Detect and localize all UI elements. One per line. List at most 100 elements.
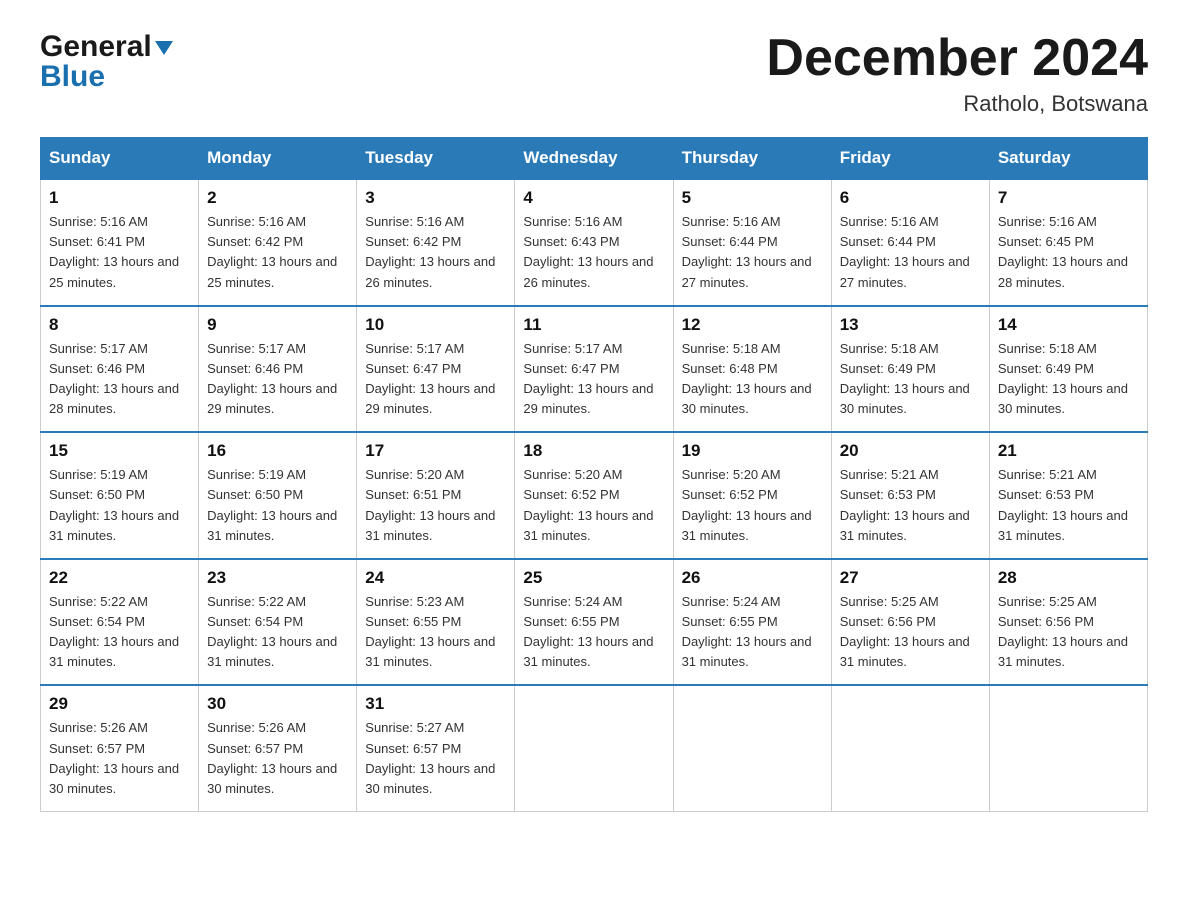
calendar-cell: 10 Sunrise: 5:17 AMSunset: 6:47 PMDayligh… — [357, 306, 515, 433]
day-info: Sunrise: 5:16 AMSunset: 6:42 PMDaylight:… — [365, 212, 506, 293]
day-info: Sunrise: 5:18 AMSunset: 6:49 PMDaylight:… — [840, 339, 981, 420]
calendar-cell: 16Sunrise: 5:19 AMSunset: 6:50 PMDayligh… — [199, 432, 357, 559]
weekday-header-friday: Friday — [831, 138, 989, 180]
calendar-cell: 21Sunrise: 5:21 AMSunset: 6:53 PMDayligh… — [989, 432, 1147, 559]
day-info: Sunrise: 5:25 AMSunset: 6:56 PMDaylight:… — [840, 592, 981, 673]
logo-blue: Blue — [40, 60, 105, 94]
day-number: 18 — [523, 441, 664, 461]
day-info: Sunrise: 5:17 AMSunset: 6:47 PMDaylight:… — [523, 339, 664, 420]
day-number: 2 — [207, 188, 348, 208]
day-number: 3 — [365, 188, 506, 208]
weekday-header-row: SundayMondayTuesdayWednesdayThursdayFrid… — [41, 138, 1148, 180]
day-number: 19 — [682, 441, 823, 461]
day-number: 29 — [49, 694, 190, 714]
day-number: 17 — [365, 441, 506, 461]
day-info: Sunrise: 5:16 AMSunset: 6:45 PMDaylight:… — [998, 212, 1139, 293]
calendar-cell: 23 Sunrise: 5:22 AMSunset: 6:54 PMDayligh… — [199, 559, 357, 686]
calendar-cell: 4Sunrise: 5:16 AMSunset: 6:43 PMDaylight… — [515, 179, 673, 306]
calendar-week-4: 22 Sunrise: 5:22 AMSunset: 6:54 PMDayligh… — [41, 559, 1148, 686]
calendar-cell: 17 Sunrise: 5:20 AMSunset: 6:51 PMDayligh… — [357, 432, 515, 559]
calendar-cell: 11 Sunrise: 5:17 AMSunset: 6:47 PMDayligh… — [515, 306, 673, 433]
calendar-cell: 24Sunrise: 5:23 AMSunset: 6:55 PMDayligh… — [357, 559, 515, 686]
day-number: 30 — [207, 694, 348, 714]
calendar-cell: 3 Sunrise: 5:16 AMSunset: 6:42 PMDaylight… — [357, 179, 515, 306]
day-number: 22 — [49, 568, 190, 588]
calendar-cell — [831, 685, 989, 811]
calendar-cell — [515, 685, 673, 811]
calendar-cell — [989, 685, 1147, 811]
day-info: Sunrise: 5:16 AMSunset: 6:42 PMDaylight:… — [207, 212, 348, 293]
day-number: 5 — [682, 188, 823, 208]
calendar-cell: 5 Sunrise: 5:16 AMSunset: 6:44 PMDaylight… — [673, 179, 831, 306]
day-info: Sunrise: 5:26 AMSunset: 6:57 PMDaylight:… — [207, 718, 348, 799]
day-info: Sunrise: 5:21 AMSunset: 6:53 PMDaylight:… — [840, 465, 981, 546]
weekday-header-sunday: Sunday — [41, 138, 199, 180]
calendar-table: SundayMondayTuesdayWednesdayThursdayFrid… — [40, 137, 1148, 812]
calendar-cell: 18 Sunrise: 5:20 AMSunset: 6:52 PMDayligh… — [515, 432, 673, 559]
calendar-cell: 7Sunrise: 5:16 AMSunset: 6:45 PMDaylight… — [989, 179, 1147, 306]
calendar-cell: 22 Sunrise: 5:22 AMSunset: 6:54 PMDayligh… — [41, 559, 199, 686]
day-info: Sunrise: 5:20 AMSunset: 6:52 PMDaylight:… — [523, 465, 664, 546]
calendar-week-3: 15 Sunrise: 5:19 AMSunset: 6:50 PMDayligh… — [41, 432, 1148, 559]
calendar-week-5: 29 Sunrise: 5:26 AMSunset: 6:57 PMDayligh… — [41, 685, 1148, 811]
calendar-week-1: 1Sunrise: 5:16 AMSunset: 6:41 PMDaylight… — [41, 179, 1148, 306]
day-number: 9 — [207, 315, 348, 335]
day-info: Sunrise: 5:18 AMSunset: 6:49 PMDaylight:… — [998, 339, 1139, 420]
title-block: December 2024 Ratholo, Botswana — [766, 30, 1148, 117]
day-number: 8 — [49, 315, 190, 335]
day-info: Sunrise: 5:22 AMSunset: 6:54 PMDaylight:… — [49, 592, 190, 673]
calendar-cell: 13 Sunrise: 5:18 AMSunset: 6:49 PMDayligh… — [831, 306, 989, 433]
location: Ratholo, Botswana — [766, 91, 1148, 117]
day-info: Sunrise: 5:27 AMSunset: 6:57 PMDaylight:… — [365, 718, 506, 799]
day-number: 20 — [840, 441, 981, 461]
weekday-header-thursday: Thursday — [673, 138, 831, 180]
day-info: Sunrise: 5:24 AMSunset: 6:55 PMDaylight:… — [682, 592, 823, 673]
day-number: 10 — [365, 315, 506, 335]
logo: General Blue — [40, 30, 173, 94]
day-info: Sunrise: 5:16 AMSunset: 6:44 PMDaylight:… — [682, 212, 823, 293]
logo-arrow-icon — [155, 41, 173, 55]
weekday-header-wednesday: Wednesday — [515, 138, 673, 180]
day-number: 6 — [840, 188, 981, 208]
weekday-header-tuesday: Tuesday — [357, 138, 515, 180]
day-info: Sunrise: 5:20 AMSunset: 6:52 PMDaylight:… — [682, 465, 823, 546]
day-info: Sunrise: 5:17 AMSunset: 6:46 PMDaylight:… — [207, 339, 348, 420]
day-number: 4 — [523, 188, 664, 208]
calendar-cell: 30 Sunrise: 5:26 AMSunset: 6:57 PMDayligh… — [199, 685, 357, 811]
day-info: Sunrise: 5:24 AMSunset: 6:55 PMDaylight:… — [523, 592, 664, 673]
day-number: 28 — [998, 568, 1139, 588]
day-info: Sunrise: 5:25 AMSunset: 6:56 PMDaylight:… — [998, 592, 1139, 673]
day-number: 27 — [840, 568, 981, 588]
day-number: 16 — [207, 441, 348, 461]
day-number: 25 — [523, 568, 664, 588]
calendar-cell: 19 Sunrise: 5:20 AMSunset: 6:52 PMDayligh… — [673, 432, 831, 559]
day-info: Sunrise: 5:17 AMSunset: 6:47 PMDaylight:… — [365, 339, 506, 420]
calendar-cell — [673, 685, 831, 811]
day-info: Sunrise: 5:20 AMSunset: 6:51 PMDaylight:… — [365, 465, 506, 546]
calendar-cell: 1Sunrise: 5:16 AMSunset: 6:41 PMDaylight… — [41, 179, 199, 306]
calendar-week-2: 8 Sunrise: 5:17 AMSunset: 6:46 PMDaylight… — [41, 306, 1148, 433]
day-number: 24 — [365, 568, 506, 588]
calendar-cell: 15 Sunrise: 5:19 AMSunset: 6:50 PMDayligh… — [41, 432, 199, 559]
calendar-cell: 25 Sunrise: 5:24 AMSunset: 6:55 PMDayligh… — [515, 559, 673, 686]
calendar-cell: 28 Sunrise: 5:25 AMSunset: 6:56 PMDayligh… — [989, 559, 1147, 686]
calendar-cell: 14 Sunrise: 5:18 AMSunset: 6:49 PMDayligh… — [989, 306, 1147, 433]
day-number: 14 — [998, 315, 1139, 335]
weekday-header-monday: Monday — [199, 138, 357, 180]
day-number: 21 — [998, 441, 1139, 461]
day-info: Sunrise: 5:22 AMSunset: 6:54 PMDaylight:… — [207, 592, 348, 673]
day-info: Sunrise: 5:16 AMSunset: 6:41 PMDaylight:… — [49, 212, 190, 293]
calendar-cell: 9 Sunrise: 5:17 AMSunset: 6:46 PMDaylight… — [199, 306, 357, 433]
day-number: 13 — [840, 315, 981, 335]
day-number: 31 — [365, 694, 506, 714]
day-info: Sunrise: 5:26 AMSunset: 6:57 PMDaylight:… — [49, 718, 190, 799]
day-number: 15 — [49, 441, 190, 461]
day-info: Sunrise: 5:16 AMSunset: 6:44 PMDaylight:… — [840, 212, 981, 293]
day-info: Sunrise: 5:17 AMSunset: 6:46 PMDaylight:… — [49, 339, 190, 420]
day-number: 23 — [207, 568, 348, 588]
day-info: Sunrise: 5:19 AMSunset: 6:50 PMDaylight:… — [49, 465, 190, 546]
calendar-cell: 31 Sunrise: 5:27 AMSunset: 6:57 PMDayligh… — [357, 685, 515, 811]
logo-general: General — [40, 30, 152, 64]
calendar-cell: 2 Sunrise: 5:16 AMSunset: 6:42 PMDaylight… — [199, 179, 357, 306]
day-number: 11 — [523, 315, 664, 335]
